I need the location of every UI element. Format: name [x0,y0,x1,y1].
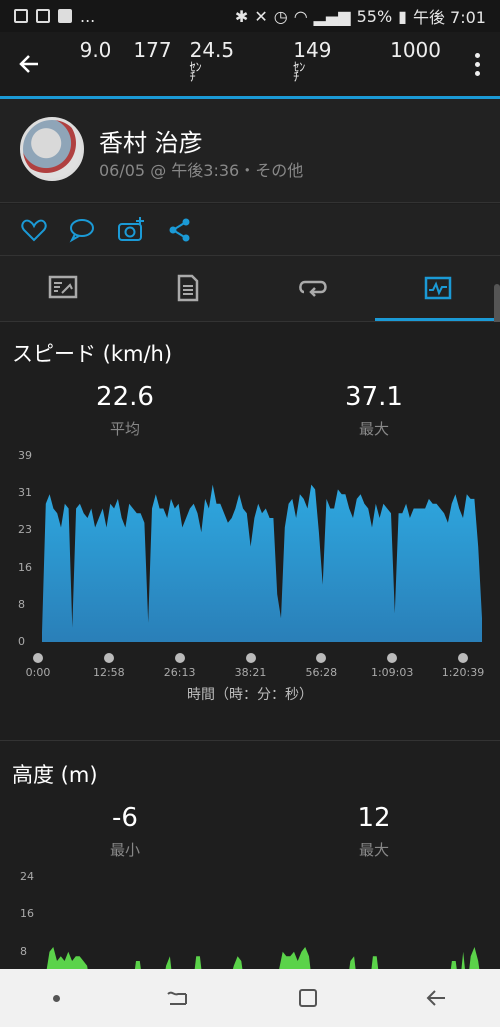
avatar[interactable] [20,117,84,181]
activity-header: 香村 治彦 06/05 @ 午後3:36・その他 [0,99,500,203]
speed-y-tick-label: 39 [18,449,32,462]
like-heart-icon[interactable] [20,216,48,244]
stat-3-group: 24.5ｾﾝﾁ [190,38,266,90]
elevation-min-label: 最小 [109,841,140,859]
speed-x-tick-dot [33,653,43,663]
image-notification-icon [14,9,28,23]
signal-icon: ▂▄▆ [313,6,351,26]
tab-bar [0,256,500,322]
overflow-dot-icon [475,52,480,58]
elevation-chart-card: 高度 (m) -6 最小 12 最大 24 16 8 [0,741,500,971]
notification-icons: ... [14,7,95,26]
bluetooth-icon: ✱ [234,6,249,26]
speed-chart-card: スピード (km/h) 22.6 平均 37.1 最大 時間（時：分：秒） 39… [0,322,500,740]
stat-4-group: 149ｾﾝﾁ [293,38,364,90]
speed-x-tick-dot [458,653,468,663]
speed-x-tick-label: 26:13 [163,666,196,679]
more-notifications: ... [80,6,96,26]
overflow-dot-icon [475,61,480,67]
charts-graph-icon [424,276,451,300]
tab-laps[interactable] [250,256,375,320]
laps-loop-icon [298,280,327,297]
back-button[interactable] [0,32,58,96]
elevation-series-area [46,947,480,971]
alarm-icon: ◷ [273,6,288,26]
tab-charts[interactable] [375,256,500,320]
facebook-notification-icon [58,9,72,23]
system-nav-bar [0,969,500,1027]
speed-area-chart [42,484,482,642]
tab-overview[interactable] [0,256,125,320]
speed-y-tick-label: 23 [18,523,32,537]
speed-avg-value: 22.6 [96,382,154,412]
status-bar: ... ✱ ✕ ◷ ◠ ▂▄▆ 55% ▮ 午後 7:01 [0,0,500,32]
stat-4: 149 [293,38,332,62]
speed-x-tick-label: 1:09:03 [370,666,414,679]
speed-x-tick-label: 1:20:39 [441,666,485,679]
stat-3-unit-bottom: ﾁ [189,70,196,84]
speed-y-tick-label: 8 [18,597,25,611]
share-icon[interactable] [166,216,194,244]
overflow-dot-icon [475,70,480,76]
stat-5: 1000 [390,38,442,62]
speed-y-tick-label: 0 [18,635,25,648]
speed-avg-label: 平均 [109,420,140,438]
speed-x-tick-label: 12:58 [92,666,125,679]
elevation-max-label: 最大 [358,841,389,859]
speed-x-tick-label: 38:21 [234,666,267,679]
speed-x-tick-dot [103,653,114,663]
elevation-max-value: 12 [357,803,391,833]
clock: 午後 7:01 [412,8,486,27]
speed-max-value: 37.1 [345,382,403,412]
nav-dot-icon[interactable] [53,994,61,1002]
system-icons: ✱ ✕ ◷ ◠ ▂▄▆ 55% ▮ 午後 7:01 [235,4,486,28]
wifi-icon: ◠ [293,6,308,26]
speed-x-tick-dot [174,653,185,663]
elevation-min-value: -6 [112,803,138,833]
tab-details[interactable] [125,256,250,320]
stat-3: 24.5 [189,38,235,62]
back-nav-icon[interactable] [425,988,447,1008]
overflow-menu-button[interactable] [455,32,500,96]
details-document-icon [177,274,198,302]
speed-x-axis-label: 時間（時：分：秒） [187,687,313,703]
speed-y-tick-label: 16 [18,560,32,574]
activity-owner-name: 香村 治彦 [99,129,203,157]
stat-4-unit-bottom: ﾁ [293,70,300,84]
overview-map-icon [48,275,77,299]
back-arrow-icon [19,55,38,73]
speed-y-tick-label: 31 [18,486,32,500]
stat-4-unit: ｾﾝﾁ [293,61,319,84]
action-bar [0,204,500,256]
recent-apps-icon[interactable] [166,988,190,1008]
mute-icon: ✕ [254,6,268,26]
elevation-y-tick-label: 16 [20,907,34,921]
speed-max-label: 最大 [358,420,389,438]
home-button-icon[interactable] [297,987,319,1009]
elevation-y-tick-label: 8 [20,944,27,958]
square-notification-icon [36,9,50,23]
add-photo-icon[interactable] [117,216,145,244]
elevation-y-tick-label: 24 [20,870,34,883]
speed-x-tick-label: 56:28 [305,666,338,679]
elevation-chart-title: 高度 (m) [12,763,98,787]
speed-x-tick-label: 0:00 [25,666,51,679]
comment-icon[interactable] [68,216,96,244]
elevation-area-chart [46,947,480,971]
app-bar-stats: 9.0 177 24.5ｾﾝﾁ 149ｾﾝﾁ 1000 [58,38,455,90]
activity-subtitle: 06/05 @ 午後3:36・その他 [99,161,304,180]
battery-percent: 55% [356,6,393,26]
stat-2: 177 [133,38,172,62]
battery-icon: ▮ [398,6,407,26]
speed-series-area [42,484,482,642]
stat-3-unit: ｾﾝﾁ [189,61,216,84]
speed-x-tick-dot [245,653,256,663]
app-bar: 9.0 177 24.5ｾﾝﾁ 149ｾﾝﾁ 1000 [0,32,500,96]
speed-chart-title: スピード (km/h) [12,342,173,366]
stat-1: 9.0 [79,38,112,62]
